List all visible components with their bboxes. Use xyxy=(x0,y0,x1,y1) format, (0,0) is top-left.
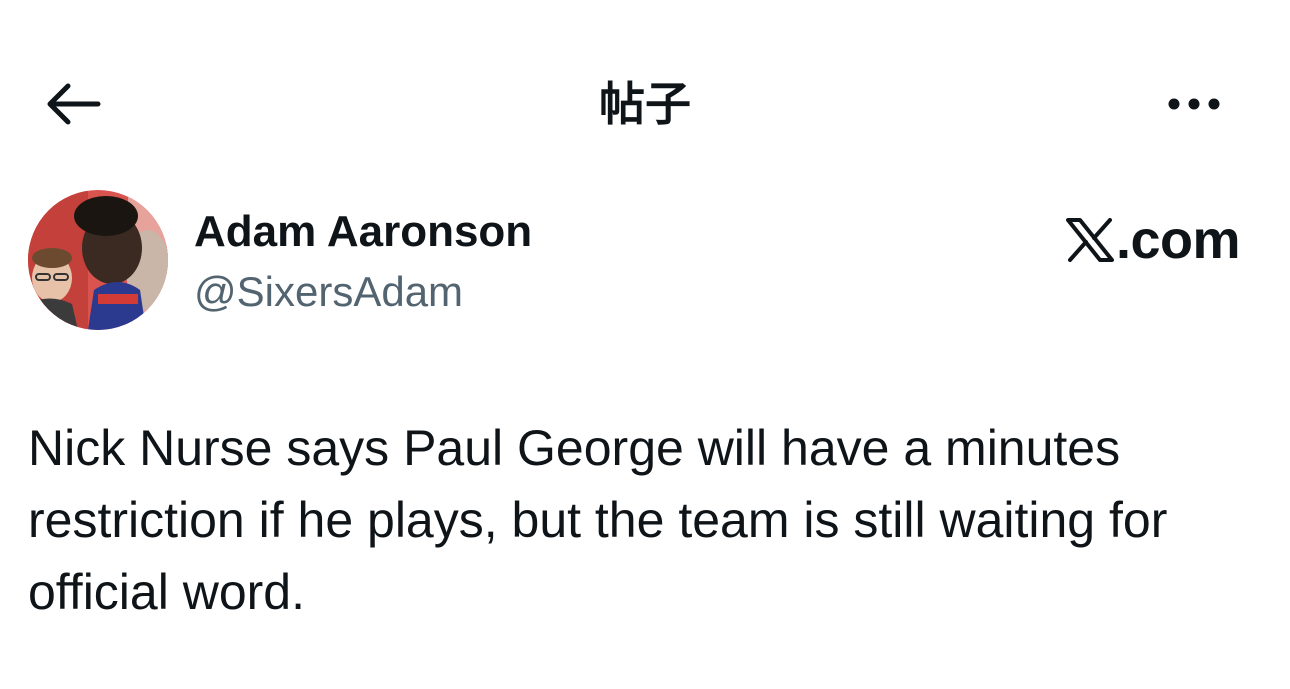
x-logo-icon xyxy=(1065,218,1114,262)
avatar-photo xyxy=(28,190,168,330)
more-options-button[interactable] xyxy=(1158,72,1230,136)
author-handle[interactable]: @SixersAdam xyxy=(194,266,463,318)
brand-watermark: .com xyxy=(1065,210,1241,270)
author-display-name[interactable]: Adam Aaronson xyxy=(194,206,532,258)
more-horizontal-icon xyxy=(1168,98,1220,110)
page-title: 帖子 xyxy=(599,77,691,131)
author-avatar[interactable] xyxy=(28,190,168,330)
brand-text: .com xyxy=(1115,210,1241,270)
top-navigation-bar: 帖子 xyxy=(0,60,1290,146)
tweet-text: Nick Nurse says Paul George will have a … xyxy=(28,420,1168,620)
